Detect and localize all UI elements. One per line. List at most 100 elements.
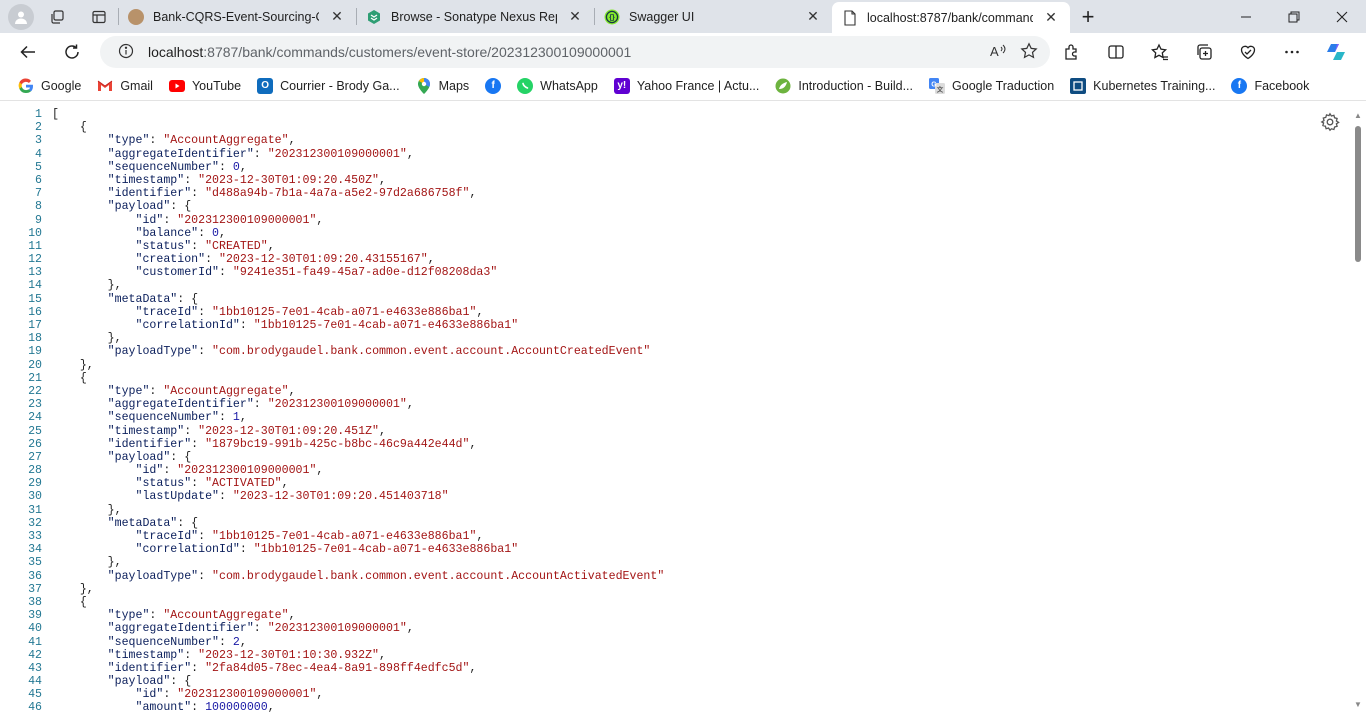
code-line: 21 {	[0, 372, 664, 385]
json-string: "202312300109000001"	[177, 464, 317, 478]
collections-icon[interactable]	[1182, 36, 1226, 68]
bookmark-youtube[interactable]: YouTube	[163, 73, 247, 99]
bookmark-yahoo[interactable]: y! Yahoo France | Actu...	[608, 73, 766, 99]
code-line: 23 "aggregateIdentifier": "2023123001090…	[0, 398, 664, 411]
code-line: 37 },	[0, 583, 664, 596]
line-number: 18	[28, 332, 42, 346]
url-text[interactable]: localhost:8787/bank/commands/customers/e…	[148, 44, 990, 60]
code-line: 35 },	[0, 556, 664, 569]
json-key: "status"	[135, 477, 192, 491]
json-punctuation: ,	[281, 477, 289, 491]
line-number: 16	[28, 305, 42, 319]
json-number: 1	[232, 411, 240, 425]
refresh-icon[interactable]	[54, 36, 90, 68]
viewer-settings-gear-icon[interactable]	[1320, 112, 1340, 132]
close-icon[interactable]: ✕	[804, 8, 822, 26]
bookmark-kubernetes[interactable]: Kubernetes Training...	[1064, 73, 1221, 99]
line-code: "payload": {	[42, 675, 192, 688]
restore-icon[interactable]	[1270, 0, 1318, 33]
tab-localhost-active[interactable]: localhost:8787/bank/commands/customers/e…	[832, 2, 1070, 33]
json-number: 0	[232, 160, 240, 174]
json-punctuation: ,	[406, 147, 414, 161]
code-line: 29 "status": "ACTIVATED",	[0, 477, 664, 490]
minimize-icon[interactable]	[1222, 0, 1270, 33]
profile-avatar-icon[interactable]	[8, 3, 34, 30]
read-aloud-icon[interactable]: A	[990, 43, 1008, 62]
scrollbar-thumb[interactable]	[1355, 126, 1361, 262]
tab-bank-cqrs[interactable]: Bank-CQRS-Event-Sourcing-CICD ✕	[118, 0, 356, 33]
tab-swagger[interactable]: {} Swagger UI ✕	[594, 0, 832, 33]
close-icon[interactable]: ✕	[1042, 9, 1060, 27]
line-number: 6	[35, 173, 42, 187]
bookmark-google-translate[interactable]: G文 Google Traduction	[923, 73, 1060, 99]
line-code: "id": "202312300109000001",	[42, 688, 324, 702]
json-string: "2023-12-30T01:09:20.43155167"	[219, 253, 428, 267]
json-string: "2fa84d05-78ec-4ea4-8a91-898ff4edfc5d"	[205, 661, 470, 675]
tab-actions-icon[interactable]	[80, 3, 118, 31]
new-tab-button[interactable]: +	[1070, 0, 1106, 33]
close-icon[interactable]: ✕	[566, 8, 584, 26]
tab-nexus[interactable]: Browse - Sonatype Nexus Repository ✕	[356, 0, 594, 33]
browser-essentials-icon[interactable]	[1226, 36, 1270, 68]
copilot-icon[interactable]	[1314, 36, 1358, 68]
json-punctuation: :	[198, 569, 213, 583]
json-key: "aggregateIdentifier"	[107, 398, 254, 412]
address-bar[interactable]: localhost:8787/bank/commands/customers/e…	[100, 36, 1050, 68]
bookmark-google[interactable]: Google	[12, 73, 87, 99]
workspaces-icon[interactable]	[38, 3, 76, 31]
json-string: "202312300109000001"	[177, 688, 317, 702]
info-icon[interactable]	[118, 43, 134, 62]
code-line: 33 "traceId": "1bb10125-7e01-4cab-a071-e…	[0, 530, 664, 543]
json-punctuation: :	[184, 424, 199, 438]
bookmark-label: Introduction - Build...	[798, 78, 914, 93]
scroll-up-arrow-icon[interactable]: ▲	[1353, 111, 1363, 121]
bookmark-whatsapp[interactable]: WhatsApp	[511, 73, 604, 99]
code-line: 18 },	[0, 332, 664, 345]
json-punctuation: :	[239, 319, 254, 332]
json-punctuation	[52, 451, 108, 464]
json-punctuation: :	[191, 239, 206, 253]
favorites-icon[interactable]	[1138, 36, 1182, 68]
json-punctuation: :	[219, 635, 233, 649]
bookmark-maps[interactable]: Maps	[410, 73, 476, 99]
code-line: 8 "payload": {	[0, 200, 664, 213]
line-code: "customerId": "9241e351-fa49-45a7-ad0e-d…	[42, 266, 498, 279]
close-icon[interactable]: ✕	[328, 8, 346, 26]
code-line: 31 },	[0, 504, 664, 517]
line-code: {	[42, 121, 87, 134]
json-punctuation: ,	[469, 437, 477, 451]
json-punctuation: :	[163, 464, 178, 478]
bookmark-facebook-icon-only[interactable]: f	[479, 73, 507, 99]
line-code: "identifier": "2fa84d05-78ec-4ea4-8a91-8…	[42, 661, 477, 675]
json-key: "correlationId"	[135, 543, 240, 557]
json-key: "type"	[107, 384, 150, 398]
json-punctuation	[52, 293, 108, 306]
more-options-icon[interactable]	[1270, 36, 1314, 68]
line-number: 19	[28, 345, 42, 359]
json-punctuation: : {	[177, 516, 199, 530]
line-number: 35	[28, 556, 42, 570]
back-arrow-icon[interactable]	[10, 36, 46, 68]
extensions-icon[interactable]	[1050, 36, 1094, 68]
code-line: 36 "payloadType": "com.brodygaudel.bank.…	[0, 570, 664, 583]
close-window-icon[interactable]	[1318, 0, 1366, 33]
bookmark-spring[interactable]: Introduction - Build...	[769, 73, 919, 99]
favorite-star-icon[interactable]	[1020, 41, 1038, 63]
line-number: 1	[35, 108, 42, 121]
split-screen-icon[interactable]	[1094, 36, 1138, 68]
bookmark-outlook[interactable]: O Courrier - Brody Ga...	[251, 73, 405, 99]
vertical-scrollbar[interactable]: ▲ ▼	[1350, 101, 1366, 720]
json-key: "aggregateIdentifier"	[107, 622, 254, 636]
page-icon	[842, 9, 858, 26]
scroll-down-arrow-icon[interactable]: ▼	[1353, 700, 1363, 710]
json-number: 100000000	[205, 701, 268, 715]
kubernetes-icon	[1070, 77, 1087, 94]
json-string: "1bb10125-7e01-4cab-a071-e4633e886ba1"	[212, 305, 477, 319]
json-key: "amount"	[135, 701, 192, 715]
json-punctuation: :	[205, 253, 219, 267]
bookmark-gmail[interactable]: Gmail	[91, 73, 159, 99]
json-punctuation	[52, 543, 136, 556]
line-code: },	[42, 279, 122, 292]
line-number: 14	[28, 279, 42, 293]
bookmark-facebook[interactable]: f Facebook	[1225, 73, 1315, 99]
